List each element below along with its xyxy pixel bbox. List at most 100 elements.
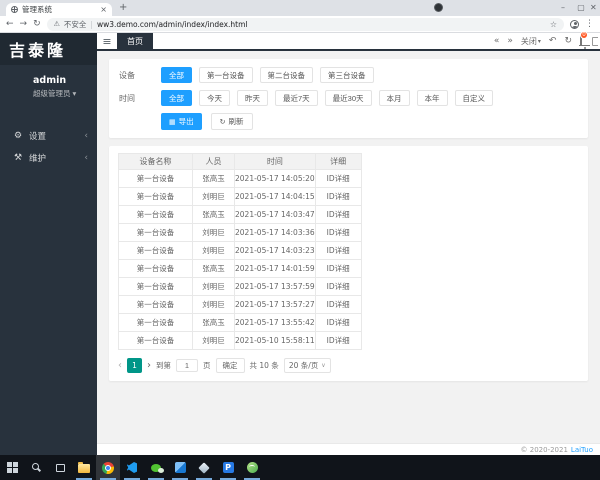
filter-card: 设备 全部 第一台设备 第二台设备 第三台设备 时间 全部 今天 昨天 最近7天… [109,59,588,138]
pagination: ‹ 1 › 到第 页 确定 共 10 条 20 条/页 ∨ [118,358,579,373]
back-icon[interactable]: ← [6,19,14,29]
cell-detail-link[interactable]: ID详细 [314,277,362,296]
tab-close-icon[interactable]: × [100,5,107,14]
profile-icon[interactable] [570,19,579,29]
cell-device: 第一台设备 [118,205,193,224]
time-filter-button[interactable]: 本月 [378,90,410,106]
device-filter-button[interactable]: 第二台设备 [259,67,313,83]
reload-icon[interactable]: ↻ [33,19,41,29]
cell-device: 第一台设备 [118,169,193,188]
forward-icon[interactable]: → [20,19,28,29]
cell-device: 第一台设备 [118,223,193,242]
time-filter-button[interactable]: 今天 [199,90,230,106]
time-filter-options: 全部 今天 昨天 最近7天 最近30天 本月 本年 自定义 [161,90,500,106]
table-row: 第一台设备 张高玉 2021-05-17 14:01:59 ID详细 [118,259,362,278]
device-filter-button[interactable]: 第一台设备 [199,67,253,83]
cell-detail-link[interactable]: ID详细 [314,205,362,224]
time-filter-button[interactable]: 最近7天 [275,90,318,106]
goto-label: 到第 [156,361,171,370]
taskbar-item[interactable] [48,455,72,480]
browser-tab[interactable]: 管理系统 × [6,3,112,16]
url-text: ww3.demo.com/admin/index/index.html [96,19,248,29]
time-filter-button[interactable]: 最近30天 [324,90,372,106]
not-secure-warning-icon: ⚠ [53,20,60,28]
phpstudy-icon [246,462,258,473]
time-filter-button[interactable]: 昨天 [237,90,268,106]
window-controls: – ▢ ✕ [554,0,600,16]
taskbar-item[interactable] [240,455,264,480]
username: admin [33,75,67,86]
export-button[interactable]: ▦ 导出 [161,113,202,130]
cell-detail-link[interactable]: ID详细 [314,223,362,242]
cell-detail-link[interactable]: ID详细 [314,331,362,350]
scroll-tabs-left-icon[interactable]: « [494,36,500,46]
time-filter-button[interactable]: 自定义 [454,90,494,106]
taskbar-item[interactable] [120,455,144,480]
cell-person: 刘明巨 [192,241,235,260]
time-filter-button[interactable]: 本年 [416,90,448,106]
cell-person: 刘明巨 [192,277,235,296]
table-row: 第一台设备 刘明巨 2021-05-17 13:57:27 ID详细 [118,295,362,314]
new-tab-button[interactable]: + [119,2,127,13]
taskbar-item[interactable] [168,455,192,480]
cell-device: 第一台设备 [118,277,193,296]
time-filter-button[interactable]: 全部 [161,90,192,106]
cell-detail-link[interactable]: ID详细 [314,295,362,314]
tab-home[interactable]: 首页 [117,33,153,49]
cell-detail-link[interactable]: ID详细 [314,313,362,332]
taskbar-item[interactable] [144,455,168,480]
url-bar[interactable]: ⚠ 不安全 | ww3.demo.com/admin/index/index.h… [46,17,564,31]
chevron-icon: ‹ [84,131,88,141]
sidebar-menu-item[interactable]: ⚙ 设置 ‹ [0,125,97,147]
brand-link[interactable]: LaiTuo [571,446,593,454]
scroll-tabs-right-icon[interactable]: » [507,36,513,46]
current-page-button[interactable]: 1 [127,358,142,373]
browser-menu-dots-icon[interactable]: ⋮ [585,19,594,29]
table-row: 第一台设备 刘明巨 2021-05-17 14:03:36 ID详细 [118,223,362,242]
content: 设备 全部 第一台设备 第二台设备 第三台设备 时间 全部 今天 昨天 最近7天… [97,51,600,443]
action-row: ▦ 导出 ↻ 刷新 [161,113,578,134]
cell-device: 第一台设备 [118,313,193,332]
refresh-button[interactable]: ↻ 刷新 [210,113,253,130]
confirm-page-button[interactable]: 确定 [215,358,245,373]
user-role-dropdown[interactable]: 超级管理员 ▾ [33,88,97,99]
table-row: 第一台设备 张高玉 2021-05-17 13:55:42 ID详细 [118,313,362,332]
wechat-icon [151,463,164,473]
hamburger-menu-icon[interactable]: ≡ [97,35,117,48]
device-filter-button[interactable]: 全部 [161,67,192,83]
taskbar-item[interactable] [0,455,24,480]
close-tabs-dropdown[interactable]: 关闭 ▾ [521,36,541,47]
account-circle-icon[interactable] [434,3,443,12]
main-area: ≡ 首页 « » 关闭 ▾ ↶ ↻ 0 设备 全部 第一台设备 第二台设备 第三… [97,31,600,455]
fullscreen-icon[interactable] [592,36,598,46]
notification-badge: 0 [580,31,588,39]
vscode-icon [127,462,137,473]
taskbar-item[interactable] [24,455,48,480]
next-page-icon[interactable]: › [147,360,151,371]
undo-icon[interactable]: ↶ [549,36,557,46]
refresh-icon: ↻ [219,118,226,126]
cell-detail-link[interactable]: ID详细 [314,241,362,260]
app-logo: 吉泰隆 [0,33,97,65]
sidebar-menu-item[interactable]: ⚒ 维护 ‹ [0,147,97,169]
cell-detail-link[interactable]: ID详细 [314,187,362,206]
file-explorer-icon [78,462,90,473]
maximize-button[interactable]: ▢ [572,0,590,16]
prev-page-icon[interactable]: ‹ [118,360,122,371]
goto-page-input[interactable] [176,359,198,372]
refresh-icon[interactable]: ↻ [564,36,572,46]
cell-detail-link[interactable]: ID详细 [314,169,362,188]
taskbar-item[interactable]: P [216,455,240,480]
taskbar-item[interactable] [96,455,120,480]
notification-bell-icon[interactable]: 0 [580,31,588,46]
page-size-select[interactable]: 20 条/页 ∨ [283,358,331,373]
taskbar-item[interactable] [192,455,216,480]
taskbar-item[interactable] [72,455,96,480]
sidebar-menu: ⚙ 设置 ‹ ⚒ 维护 ‹ [0,125,97,169]
cell-detail-link[interactable]: ID详细 [314,259,362,278]
col-detail: 详细 [314,153,362,170]
close-button[interactable]: ✕ [590,0,600,16]
device-filter-button[interactable]: 第三台设备 [320,67,374,83]
minimize-button[interactable]: – [554,0,572,16]
bookmark-star-icon[interactable]: ☆ [550,20,557,29]
